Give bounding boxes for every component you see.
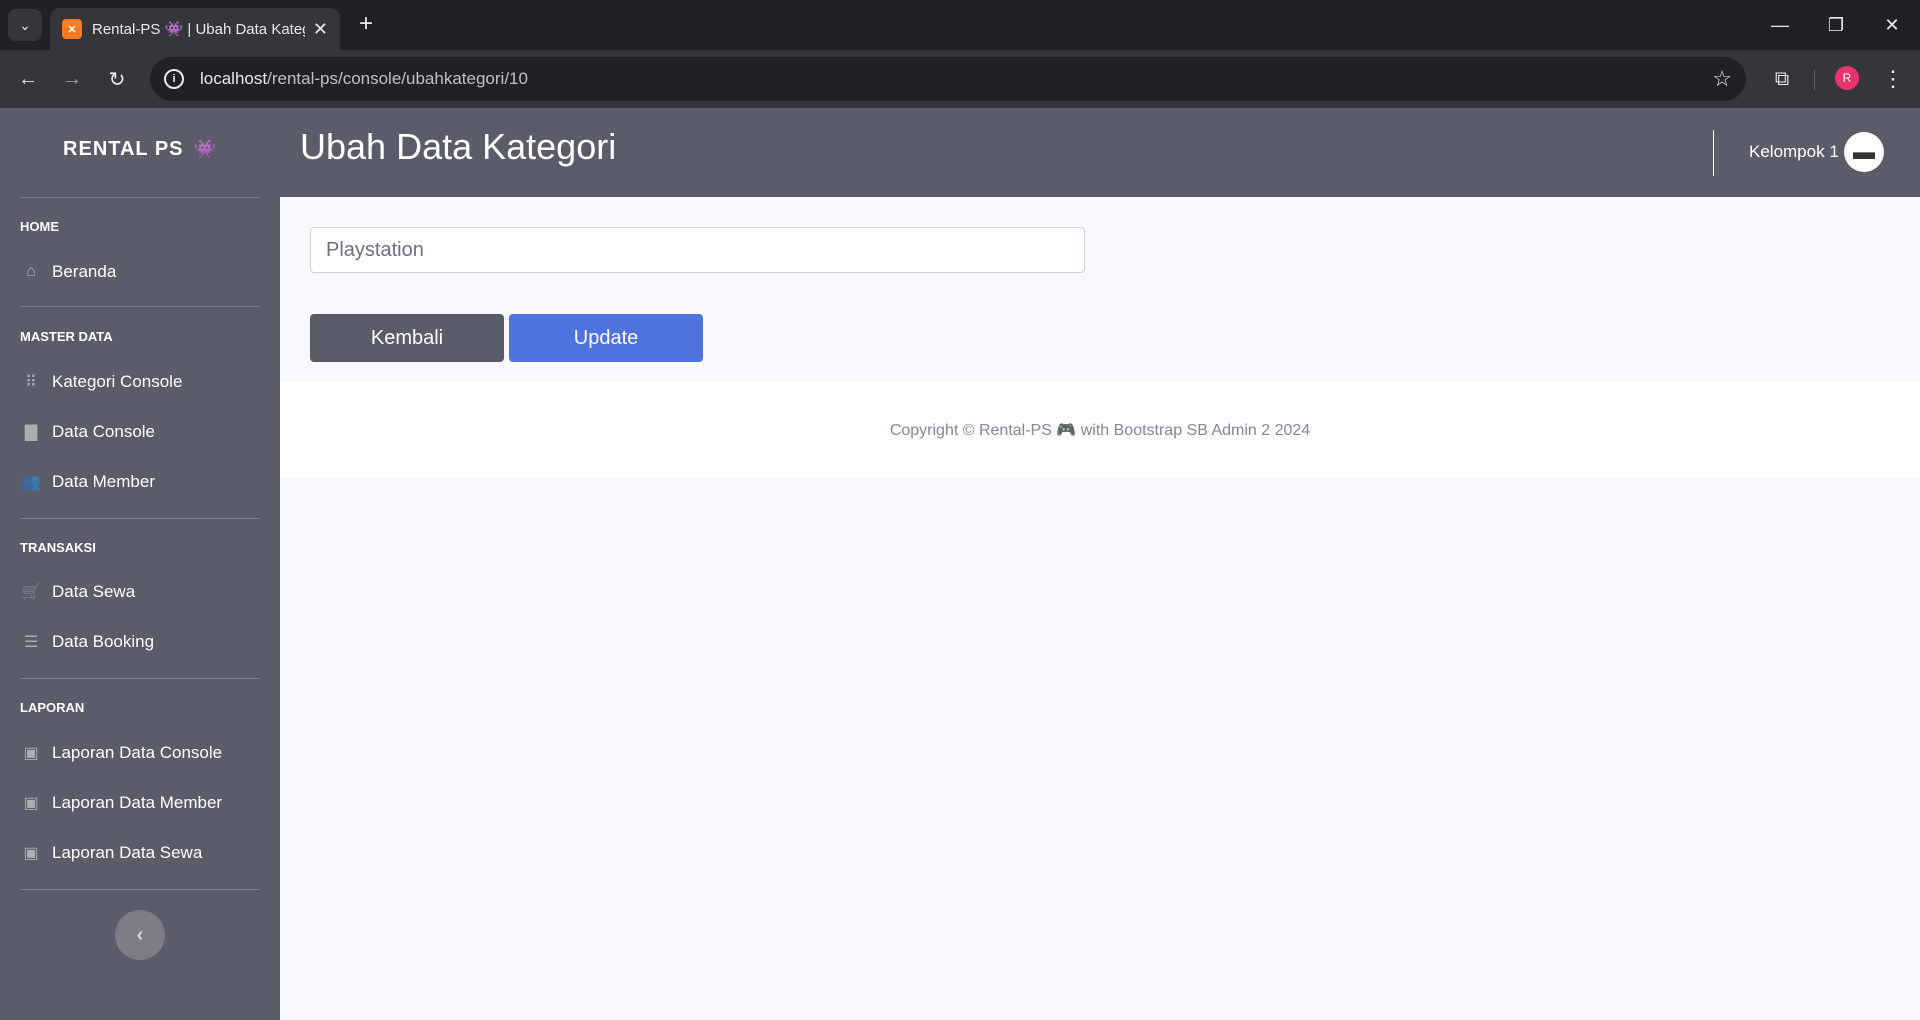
sidebar-item-data-booking[interactable]: ☰ Data Booking: [20, 627, 154, 657]
sidebar-item-label: Kategori Console: [52, 372, 183, 391]
page-title: Ubah Data Kategori: [300, 126, 617, 167]
sidebar-brand[interactable]: RENTAL PS 👾: [0, 138, 280, 161]
sidebar-item-laporan-data-sewa[interactable]: ▣ Laporan Data Sewa: [20, 838, 202, 868]
sidebar-item-label: Laporan Data Sewa: [52, 843, 203, 862]
tab-title: Rental-PS 👾 | Ubah Data Kategori: [92, 21, 305, 38]
report-icon: ▣: [23, 845, 39, 862]
close-window-button[interactable]: ✕: [1864, 0, 1920, 50]
user-name[interactable]: Kelompok 1: [1749, 142, 1839, 162]
sidebar-divider: [20, 889, 260, 890]
sidebar-item-label: Data Member: [52, 472, 155, 491]
sidebar-item-data-member[interactable]: 👥 Data Member: [20, 467, 155, 497]
url-text[interactable]: localhost/rental-ps/console/ubahkategori…: [200, 69, 1712, 89]
address-bar[interactable]: i localhost/rental-ps/console/ubahkatego…: [150, 57, 1746, 101]
tab-search-button[interactable]: ⌄: [8, 9, 42, 41]
users-icon: 👥: [21, 474, 41, 491]
sidebar: RENTAL PS 👾 HOME ⌂ Beranda MASTER DATA ⠿ …: [0, 108, 280, 1020]
main-content: Kembali Update: [280, 197, 1920, 381]
sidebar-item-label: Data Console: [52, 422, 156, 441]
minimize-button[interactable]: —: [1752, 0, 1808, 50]
sidebar-item-label: Data Booking: [52, 632, 155, 651]
category-name-input[interactable]: [310, 227, 1085, 273]
kebab-icon[interactable]: ⋮: [1878, 63, 1908, 95]
report-icon: ▣: [23, 745, 39, 762]
sidebar-divider: [20, 518, 260, 519]
report-icon: ▣: [23, 795, 39, 812]
topbar: Ubah Data Kategori Kelompok 1 ▬: [280, 108, 1920, 197]
browser-toolbar: ← → ↻ i localhost/rental-ps/console/ubah…: [0, 50, 1920, 108]
xampp-icon: ✕: [62, 19, 82, 39]
sidebar-item-data-console[interactable]: ▇ Data Console: [20, 417, 155, 447]
cart-icon: 🛒: [21, 584, 41, 601]
sidebar-item-laporan-data-console[interactable]: ▣ Laporan Data Console: [20, 738, 222, 768]
sidebar-divider: [20, 197, 260, 198]
close-tab-icon[interactable]: ✕: [313, 19, 328, 40]
star-icon[interactable]: ☆: [1712, 66, 1732, 92]
console-icon: ▬: [1853, 139, 1875, 164]
sidebar-divider: [20, 678, 260, 679]
sidebar-item-label: Laporan Data Member: [52, 793, 223, 812]
sidebar-item-label: Laporan Data Console: [52, 743, 223, 762]
restore-button[interactable]: ❐: [1808, 0, 1864, 50]
user-avatar[interactable]: ▬: [1844, 132, 1884, 172]
sidebar-item-data-sewa[interactable]: 🛒 Data Sewa: [20, 577, 135, 607]
arrow-left-icon: ←: [18, 67, 38, 90]
footer: Copyright © Rental-PS 🎮 with Bootstrap S…: [280, 381, 1920, 477]
sidebar-item-label: Beranda: [52, 262, 117, 281]
sidebar-item-laporan-data-member[interactable]: ▣ Laporan Data Member: [20, 788, 222, 818]
th-icon: ⠿: [25, 374, 37, 391]
topbar-divider: [1713, 130, 1714, 176]
gamepad-emoji: 👾: [193, 139, 217, 159]
back-button[interactable]: ←: [12, 63, 44, 95]
back-button[interactable]: Kembali: [310, 314, 504, 362]
sidebar-item-beranda[interactable]: ⌂ Beranda: [20, 257, 116, 287]
chevron-left-icon: ‹: [136, 923, 144, 946]
arrow-right-icon: →: [62, 67, 82, 90]
sidebar-heading-transaksi: TRANSAKSI: [20, 540, 96, 555]
reload-icon: ↻: [108, 68, 126, 91]
sidebar-item-label: Data Sewa: [52, 582, 136, 601]
browser-tab-bar: ⌄ ✕ Rental-PS 👾 | Ubah Data Kategori ✕ +…: [0, 0, 1920, 50]
update-button[interactable]: Update: [509, 314, 703, 362]
new-tab-button[interactable]: +: [352, 10, 380, 38]
toolbar-divider: [1814, 70, 1815, 90]
profile-avatar[interactable]: R: [1835, 66, 1859, 90]
site-info-icon[interactable]: i: [164, 69, 184, 89]
sidebar-heading-master-data: MASTER DATA: [20, 329, 113, 344]
sidebar-toggle-button[interactable]: ‹: [115, 910, 165, 960]
list-icon: ☰: [23, 634, 39, 651]
puzzle-icon[interactable]: ⧉: [1766, 63, 1798, 95]
sidebar-item-kategori-console[interactable]: ⠿ Kategori Console: [20, 367, 182, 397]
browser-tab[interactable]: ✕ Rental-PS 👾 | Ubah Data Kategori ✕: [50, 8, 340, 50]
reload-button[interactable]: ↻: [101, 63, 133, 95]
window-controls: — ❐ ✕: [1752, 0, 1920, 50]
book-icon: ▇: [24, 424, 38, 441]
footer-copyright: Copyright © Rental-PS 🎮 with Bootstrap S…: [889, 422, 1311, 439]
forward-button[interactable]: →: [56, 63, 88, 95]
sidebar-heading-laporan: LAPORAN: [20, 700, 85, 715]
home-icon: ⌂: [26, 263, 36, 280]
gamepad-icon: 🎮: [1056, 422, 1077, 439]
sidebar-divider: [20, 306, 260, 307]
sidebar-heading-home: HOME: [20, 219, 59, 234]
